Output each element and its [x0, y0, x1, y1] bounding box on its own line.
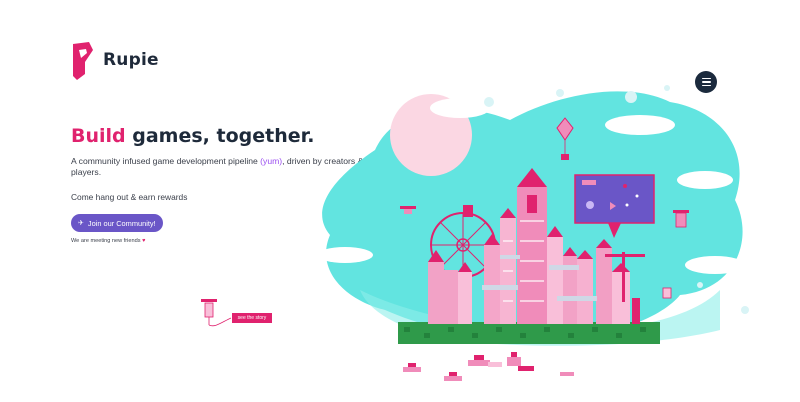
- balloon-left: [463, 205, 473, 217]
- see-story-button[interactable]: see the story: [232, 313, 272, 323]
- floating-bottle: [662, 287, 672, 299]
- boats: [403, 352, 574, 381]
- hero-illustration: [201, 85, 749, 381]
- see-story-label: see the story: [237, 315, 267, 321]
- drone-bottom-left: [201, 299, 232, 327]
